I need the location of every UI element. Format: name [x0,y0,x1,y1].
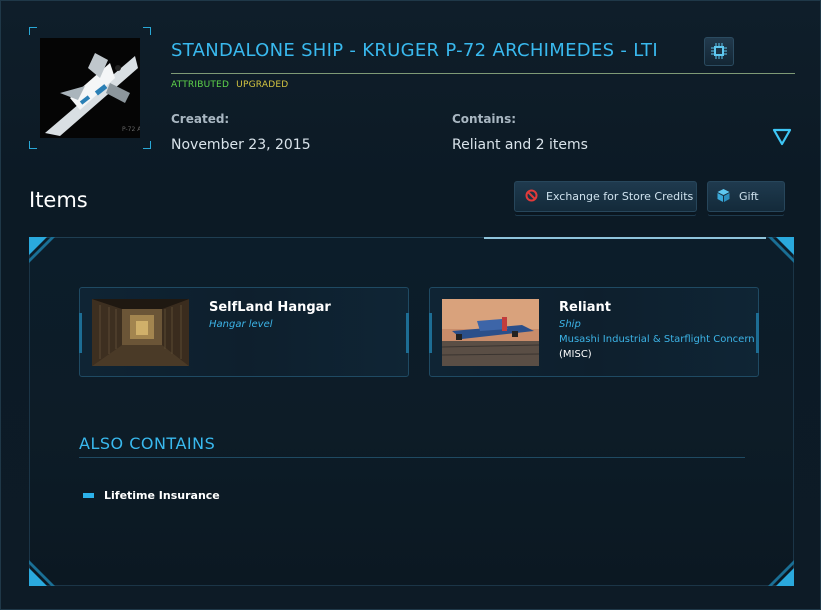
svg-text:P-72 A: P-72 A [122,126,140,133]
corner-bracket [143,141,151,149]
item-type: Ship [559,319,581,330]
expand-button[interactable] [772,127,792,147]
corner-bracket [29,27,37,35]
card-glow [406,313,409,353]
status-tags: ATTRIBUTED UPGRADED [171,80,288,90]
triangle-down-icon [772,128,792,146]
corner-bracket [143,27,151,35]
panel-corner-tr [768,237,794,263]
corner-bracket [29,141,37,149]
title-divider [171,73,795,74]
item-title: SelfLand Hangar [209,300,331,315]
panel-top-accent [484,237,766,239]
panel-corner-br [768,560,794,586]
item-card-reliant[interactable]: Reliant Ship Musashi Industrial & Starfl… [429,287,759,377]
microchip-icon [711,43,727,59]
panel-corner-bl [29,560,55,586]
item-type: Hangar level [209,319,273,330]
also-contains-divider [79,457,745,458]
exchange-button[interactable]: Exchange for Store Credits [514,181,697,212]
item-manufacturer: Musashi Industrial & Starflight Concern [559,334,755,345]
panel-corner-tl [29,237,55,263]
bullet-icon [83,493,94,498]
chip-button[interactable] [704,37,734,66]
gift-button[interactable]: Gift [707,181,785,212]
reliant-image [442,299,539,366]
pledge-thumbnail[interactable]: P-72 A [29,27,151,149]
item-card-hangar[interactable]: SelfLand Hangar Hangar level [79,287,409,377]
gift-label: Gift [739,190,759,203]
panel-top-border [40,237,484,238]
card-glow [79,313,82,353]
ship-image: P-72 A [40,38,140,138]
no-entry-icon [525,189,538,205]
attributed-tag: ATTRIBUTED [171,80,230,90]
created-value: November 23, 2015 [171,137,311,153]
exchange-label: Exchange for Store Credits [546,190,694,203]
hangar-image [92,299,189,366]
card-glow [756,313,759,353]
created-label: Created: [171,112,230,126]
upgraded-tag: UPGRADED [236,80,289,90]
card-glow [429,313,432,353]
contains-label: Contains: [452,112,517,126]
manufacturer-code: (MISC) [559,349,592,360]
also-contains-heading: ALSO CONTAINS [79,434,216,453]
gift-cube-icon [716,188,731,206]
items-heading: Items [29,188,88,212]
item-title: Reliant [559,300,611,315]
also-contains-item: Lifetime Insurance [104,489,220,502]
pledge-title: STANDALONE SHIP - KRUGER P-72 ARCHIMEDES… [171,40,658,61]
contains-value: Reliant and 2 items [452,137,588,153]
